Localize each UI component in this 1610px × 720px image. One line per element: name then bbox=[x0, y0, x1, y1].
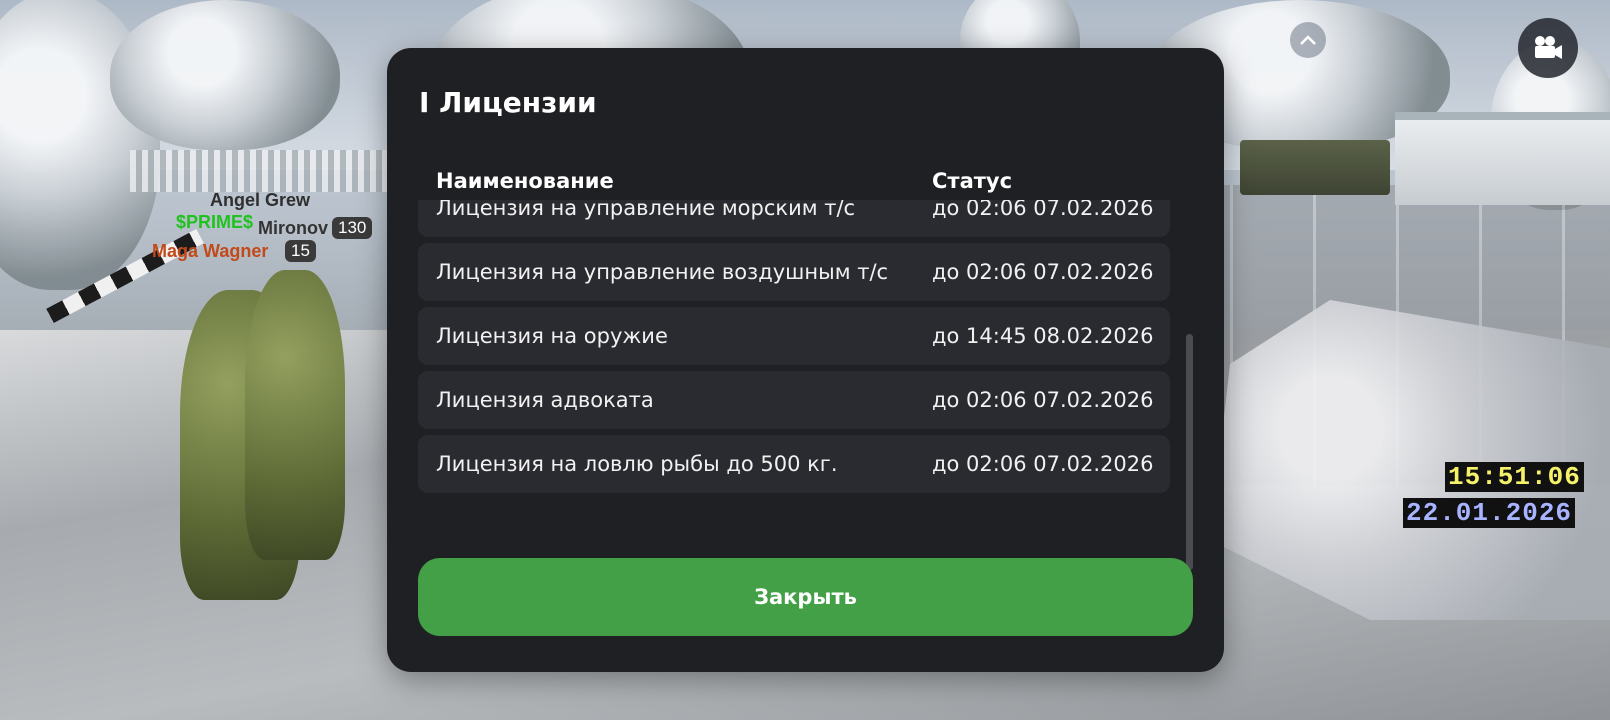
license-status: до 02:06 07.02.2026 bbox=[932, 200, 1154, 220]
license-name: Лицензия на управление воздушным т/с bbox=[436, 260, 889, 284]
license-name: Лицензия на оружие bbox=[436, 324, 668, 348]
player-nick: Mironov bbox=[258, 218, 328, 238]
player-nick: Angel Grew bbox=[210, 190, 311, 210]
video-camera-icon-svg bbox=[1535, 36, 1562, 59]
license-row: Лицензия адвоката до 02:06 07.02.2026 bbox=[418, 371, 1170, 429]
building bbox=[1395, 112, 1610, 205]
player-nick: Maga Wagner bbox=[152, 241, 269, 261]
list-scrollbar[interactable] bbox=[1186, 334, 1193, 570]
license-name: Лицензия на ловлю рыбы до 500 кг. bbox=[436, 452, 838, 476]
license-row: Лицензия на ловлю рыбы до 500 кг. до 02:… bbox=[418, 435, 1170, 493]
snowy-tree bbox=[110, 0, 340, 150]
license-status: до 02:06 07.02.2026 bbox=[932, 260, 1154, 284]
licenses-dialog: I Лицензии Наименование Статус Лицензия … bbox=[387, 48, 1224, 672]
license-row: Лицензия на управление морским т/с до 02… bbox=[418, 200, 1170, 237]
player-level-badge: 130 bbox=[332, 217, 373, 239]
hud-date: 22.01.2026 bbox=[1403, 498, 1576, 528]
hud-clock: 15:51:06 bbox=[1445, 462, 1584, 492]
chevron-up-icon-svg bbox=[1300, 35, 1316, 45]
military-truck bbox=[1240, 140, 1390, 195]
video-camera-icon[interactable] bbox=[1518, 18, 1578, 78]
license-status: до 02:06 07.02.2026 bbox=[932, 452, 1154, 476]
player-nick: $PRIME$ bbox=[176, 212, 254, 232]
soldier-character bbox=[245, 270, 345, 560]
close-button[interactable]: Закрыть bbox=[418, 558, 1193, 636]
column-header-name: Наименование bbox=[436, 169, 614, 193]
license-status: до 02:06 07.02.2026 bbox=[932, 388, 1154, 412]
column-header-status: Статус bbox=[932, 169, 1013, 193]
license-row: Лицензия на управление воздушным т/с до … bbox=[418, 243, 1170, 301]
chevron-up-icon[interactable] bbox=[1290, 22, 1326, 58]
license-status: до 14:45 08.02.2026 bbox=[932, 324, 1154, 348]
player-level-badge: 15 bbox=[285, 240, 316, 262]
license-name: Лицензия на управление морским т/с bbox=[436, 200, 856, 220]
dialog-title: I Лицензии bbox=[419, 86, 597, 119]
license-name: Лицензия адвоката bbox=[436, 388, 654, 412]
license-row: Лицензия на оружие до 14:45 08.02.2026 bbox=[418, 307, 1170, 365]
licenses-list[interactable]: Лицензия на управление морским т/с до 02… bbox=[418, 200, 1170, 564]
